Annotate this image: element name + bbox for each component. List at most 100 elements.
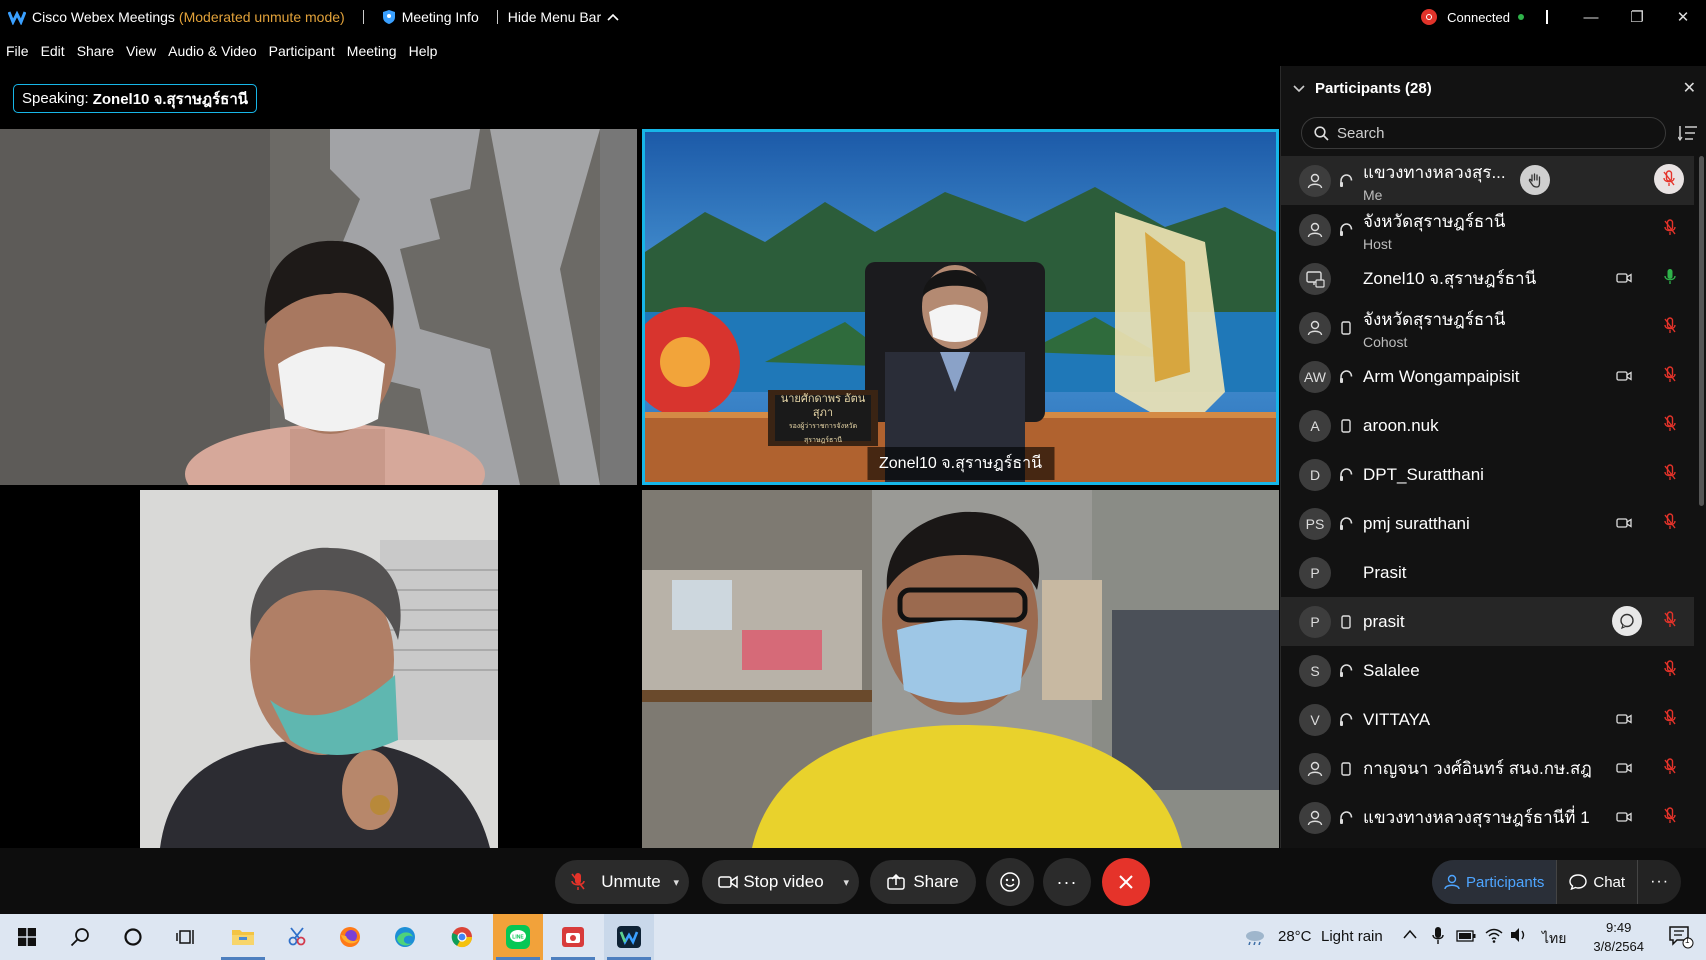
- stop-video-button[interactable]: Stop video ▾: [702, 860, 859, 904]
- mic-muted-icon[interactable]: [1664, 317, 1678, 337]
- participant-row[interactable]: V VITTAYA: [1281, 695, 1694, 744]
- participant-row[interactable]: AW Arm Wongampaipisit: [1281, 352, 1694, 401]
- mic-muted-icon[interactable]: [1664, 709, 1678, 729]
- file-explorer-icon[interactable]: [218, 914, 268, 960]
- cortana-icon[interactable]: [108, 914, 158, 960]
- participant-row[interactable]: แขวงทางหลวงสุร... Me: [1281, 156, 1694, 205]
- close-window-icon[interactable]: ✕: [1666, 8, 1700, 26]
- firefox-icon[interactable]: [325, 914, 375, 960]
- hide-menu-bar-button[interactable]: Hide Menu Bar: [508, 9, 619, 25]
- task-view-icon[interactable]: [161, 914, 211, 960]
- participant-row[interactable]: D DPT_Suratthani: [1281, 450, 1694, 499]
- headset-icon: [1339, 467, 1353, 482]
- wifi-icon[interactable]: [1485, 927, 1503, 947]
- video-tile-active-speaker[interactable]: นายศักดาพร อัตนสุภา รองผู้ว่าราชการจังหว…: [642, 129, 1279, 485]
- menu-help[interactable]: Help: [409, 43, 438, 59]
- system-clock[interactable]: 9:49 3/8/2564: [1593, 918, 1644, 956]
- share-button[interactable]: Share: [870, 860, 976, 904]
- mic-muted-icon[interactable]: [1664, 611, 1678, 631]
- video-tile-3[interactable]: [0, 490, 637, 848]
- headset-icon: [1339, 663, 1353, 678]
- minimize-icon[interactable]: —: [1574, 9, 1608, 26]
- webex-logo-icon: [8, 8, 26, 26]
- participant-row[interactable]: จังหวัดสุราษฎร์ธานี Cohost: [1281, 303, 1694, 352]
- edge-icon[interactable]: [380, 914, 430, 960]
- menu-view[interactable]: View: [126, 43, 156, 59]
- participant-row[interactable]: PS pmj suratthani: [1281, 499, 1694, 548]
- phone-icon: [1339, 320, 1353, 335]
- meeting-info-button[interactable]: Meeting Info: [382, 9, 479, 25]
- participant-row[interactable]: Aaroon.nuk: [1281, 401, 1694, 450]
- speaking-name: Zonel10 จ.สุราษฎร์ธานี: [92, 90, 249, 108]
- participants-toggle-button[interactable]: Participants: [1432, 860, 1557, 904]
- video-tile-1[interactable]: [0, 129, 637, 485]
- line-app-icon[interactable]: LINE: [493, 914, 543, 960]
- participant-row[interactable]: จังหวัดสุราษฎร์ธานี Host: [1281, 205, 1694, 254]
- chevron-down-icon[interactable]: [1293, 80, 1305, 97]
- mic-muted-icon[interactable]: [1664, 219, 1678, 239]
- mic-muted-icon[interactable]: [1664, 464, 1678, 484]
- video-tile-4[interactable]: [642, 490, 1279, 848]
- sort-list-icon[interactable]: [1678, 123, 1698, 143]
- chat-bubble-icon[interactable]: [1612, 606, 1642, 636]
- participant-name-block: prasit: [1363, 612, 1405, 632]
- battery-icon[interactable]: [1456, 929, 1476, 946]
- mic-muted-icon[interactable]: [1664, 513, 1678, 533]
- clock-time: 9:49: [1606, 920, 1632, 935]
- participant-row[interactable]: P Prasit: [1281, 548, 1694, 597]
- reactions-button[interactable]: [986, 858, 1034, 906]
- search-input[interactable]: [1337, 124, 1637, 142]
- more-panels-button[interactable]: ···: [1638, 860, 1681, 904]
- chevron-up-icon: [607, 13, 619, 21]
- mic-muted-icon[interactable]: [1664, 660, 1678, 680]
- chevron-down-icon[interactable]: ▾: [843, 876, 849, 889]
- camera-app-icon[interactable]: [548, 914, 598, 960]
- mic-muted-icon[interactable]: [1664, 758, 1678, 778]
- weather-temperature[interactable]: 28°C: [1278, 928, 1312, 945]
- leave-meeting-button[interactable]: [1102, 858, 1150, 906]
- windows-start-icon[interactable]: [2, 914, 52, 960]
- mic-muted-icon[interactable]: [1664, 807, 1678, 827]
- tray-chevron-up-icon[interactable]: [1403, 926, 1417, 943]
- participant-row[interactable]: แขวงทางหลวงสุราษฎร์ธานีที่ 1: [1281, 793, 1694, 842]
- close-panel-icon[interactable]: ✕: [1683, 78, 1696, 98]
- menu-audio-video[interactable]: Audio & Video: [168, 43, 256, 59]
- participant-row[interactable]: กาญจนา วงศ์อินทร์ สนง.กษ.สฎ: [1281, 744, 1694, 793]
- notification-center-icon[interactable]: 1: [1668, 925, 1694, 954]
- participant-name-block: แขวงทางหลวงสุร... Me: [1363, 159, 1506, 203]
- menu-edit[interactable]: Edit: [41, 43, 65, 59]
- input-language[interactable]: ไทย: [1542, 928, 1566, 950]
- menu-share[interactable]: Share: [77, 43, 114, 59]
- video-camera-icon: [1616, 712, 1632, 726]
- menu-meeting[interactable]: Meeting: [347, 43, 397, 59]
- chat-toggle-button[interactable]: Chat: [1557, 860, 1637, 904]
- raise-hand-icon[interactable]: [1520, 165, 1550, 195]
- microphone-icon[interactable]: [1432, 926, 1444, 950]
- weather-condition[interactable]: Light rain: [1321, 928, 1383, 945]
- unmute-button[interactable]: Unmute ▾: [555, 860, 689, 904]
- participant-row[interactable]: Pprasit: [1281, 597, 1694, 646]
- participant-search[interactable]: [1301, 117, 1666, 149]
- menu-file[interactable]: File: [6, 43, 29, 59]
- participant-row[interactable]: S Salalee: [1281, 646, 1694, 695]
- mic-muted-icon[interactable]: [1664, 415, 1678, 435]
- participant-name: pmj suratthani: [1363, 513, 1470, 533]
- avatar: V: [1299, 703, 1331, 736]
- mic-active-icon[interactable]: [1664, 268, 1678, 288]
- more-options-button[interactable]: ···: [1043, 858, 1091, 906]
- restore-icon[interactable]: ❐: [1620, 8, 1654, 26]
- menu-participant[interactable]: Participant: [269, 43, 335, 59]
- mic-muted-icon[interactable]: [1664, 366, 1678, 386]
- snip-tool-icon[interactable]: [272, 914, 322, 960]
- participant-row[interactable]: Zonel10 จ.สุราษฎร์ธานี: [1281, 254, 1694, 303]
- webex-taskbar-icon[interactable]: [604, 914, 654, 960]
- participants-count-title: Participants (28): [1315, 79, 1432, 97]
- mic-muted-icon[interactable]: [1654, 164, 1684, 194]
- taskbar-search-icon[interactable]: [55, 914, 105, 960]
- participant-list-scrollbar[interactable]: [1699, 156, 1704, 506]
- chevron-down-icon[interactable]: ▾: [673, 876, 679, 889]
- volume-icon[interactable]: [1510, 927, 1528, 947]
- phone-icon: [1339, 418, 1353, 433]
- chrome-icon[interactable]: [437, 914, 487, 960]
- person-icon: [1444, 874, 1460, 890]
